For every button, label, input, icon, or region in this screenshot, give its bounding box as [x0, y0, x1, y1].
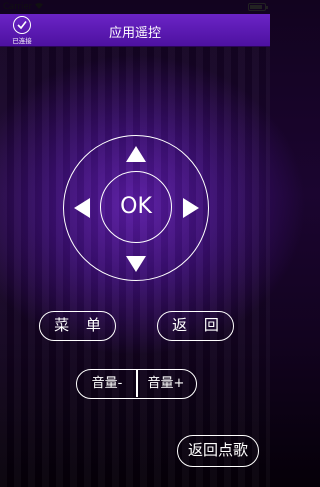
carrier-label: Carrier	[3, 2, 33, 12]
battery-icon	[248, 3, 268, 11]
down-arrow-icon[interactable]	[126, 256, 146, 272]
ok-button[interactable]: OK	[100, 171, 172, 243]
status-bar: Carrier	[0, 0, 270, 14]
header-bar: 已连接 应用遥控	[0, 14, 270, 47]
page-title: 应用遥控	[108, 26, 161, 41]
back-button[interactable]: 返 回	[157, 311, 234, 341]
left-arrow-icon[interactable]	[74, 198, 90, 218]
return-to-song-button[interactable]: 返回点歌	[177, 435, 259, 467]
right-arrow-icon[interactable]	[183, 198, 199, 218]
volume-down-button[interactable]: 音量-	[77, 370, 137, 397]
wifi-icon	[34, 1, 44, 13]
up-arrow-icon[interactable]	[126, 146, 146, 162]
volume-control: 音量- 音量+	[76, 369, 197, 399]
menu-button[interactable]: 菜 单	[39, 311, 116, 341]
volume-up-button[interactable]: 音量+	[136, 370, 196, 397]
